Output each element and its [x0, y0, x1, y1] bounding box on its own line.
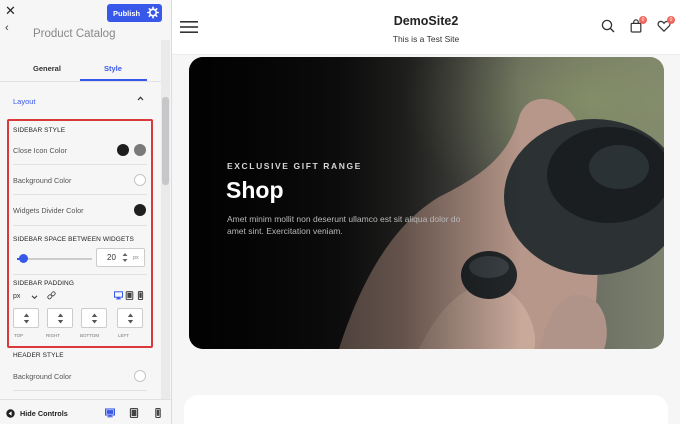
header-background-color-swatch[interactable] — [134, 370, 146, 382]
site-preview: DemoSite2 This is a Test Site 0 0 EXCLUS… — [172, 0, 680, 424]
chevron-down-icon[interactable] — [31, 294, 38, 300]
widgets-divider-color-swatch[interactable] — [134, 204, 146, 216]
sidebar-scrollbar-track[interactable] — [161, 40, 170, 400]
space-value: 20 — [107, 253, 116, 262]
desktop-icon[interactable] — [114, 291, 123, 300]
padding-top-input[interactable] — [13, 308, 39, 328]
padding-left-input[interactable] — [117, 308, 143, 328]
tab-general[interactable]: General — [33, 64, 61, 73]
close-icon[interactable]: ✕ — [5, 3, 19, 19]
sidebar-style-heading: SIDEBAR STYLE — [13, 127, 66, 134]
desktop-preview-icon[interactable] — [105, 408, 115, 418]
gear-icon[interactable] — [147, 6, 159, 19]
header-background-color-label: Background Color — [13, 372, 72, 381]
space-number-input[interactable]: 20 px — [96, 248, 145, 267]
hero-title[interactable]: Shop — [226, 177, 284, 204]
close-icon-color-label: Close Icon Color — [13, 146, 67, 155]
close-icon-color-swatch[interactable] — [117, 144, 129, 156]
site-tagline: This is a Test Site — [392, 34, 460, 44]
hero-description: Amet minim mollit non deserunt ullamco e… — [227, 214, 461, 236]
customizer-topbar: ✕ Publish — [0, 0, 171, 25]
hero-eyebrow: EXCLUSIVE GIFT RANGE — [227, 161, 362, 171]
padding-bottom-label: BOTTOM — [80, 333, 100, 338]
mobile-icon[interactable] — [136, 291, 145, 300]
tabs: General Style — [0, 50, 161, 82]
tabs-divider — [0, 81, 161, 82]
sidebar-padding-heading: SIDEBAR PADDING — [13, 280, 74, 287]
wishlist-count-badge: 0 — [667, 16, 675, 24]
background-color-swatch[interactable] — [134, 174, 146, 186]
padding-right-label: RIGHT — [46, 333, 60, 338]
publish-button[interactable]: Publish — [107, 4, 162, 22]
tablet-icon[interactable] — [125, 291, 134, 300]
padding-bottom-input[interactable] — [81, 308, 107, 328]
panel-title: Product Catalog — [33, 28, 116, 40]
widgets-divider-color-label: Widgets Divider Color — [13, 206, 84, 215]
hide-controls-button[interactable]: Hide Controls — [20, 409, 68, 418]
padding-left-label: LEFT — [118, 333, 130, 338]
hero-banner: EXCLUSIVE GIFT RANGE Shop Amet minim mol… — [189, 57, 664, 349]
publish-label: Publish — [113, 8, 141, 18]
divider — [13, 194, 147, 195]
link-values-icon[interactable] — [47, 291, 56, 300]
padding-unit-select[interactable]: px — [13, 293, 20, 300]
divider — [13, 164, 147, 165]
divider — [13, 390, 147, 391]
divider — [13, 225, 147, 226]
mobile-preview-icon[interactable] — [153, 408, 163, 418]
close-icon-hover-color-swatch[interactable] — [134, 144, 146, 156]
tablet-preview-icon[interactable] — [129, 408, 139, 418]
space-slider-handle[interactable] — [19, 254, 28, 263]
stepper-icon[interactable] — [127, 312, 134, 325]
stepper-icon[interactable] — [57, 312, 64, 325]
chevron-up-icon[interactable] — [136, 94, 145, 103]
customizer-footer: Hide Controls — [0, 399, 171, 424]
stepper-icon[interactable] — [122, 252, 128, 263]
layout-section-toggle[interactable]: Layout — [13, 97, 36, 106]
space-unit: px — [133, 255, 139, 261]
stepper-icon[interactable] — [91, 312, 98, 325]
padding-top-label: TOP — [14, 333, 24, 338]
content-card — [184, 395, 668, 424]
header-style-heading: HEADER STYLE — [13, 352, 64, 359]
tab-style[interactable]: Style — [104, 64, 122, 73]
search-icon[interactable] — [601, 19, 615, 33]
cart-count-badge: 0 — [639, 16, 647, 24]
divider — [13, 274, 147, 275]
back-chevron-icon[interactable]: ‹ — [5, 22, 17, 34]
hide-controls-icon[interactable] — [6, 409, 15, 418]
sidebar-scrollbar-thumb[interactable] — [162, 97, 169, 185]
padding-right-input[interactable] — [47, 308, 73, 328]
site-header: DemoSite2 This is a Test Site 0 0 — [172, 0, 680, 55]
stepper-icon[interactable] — [23, 312, 30, 325]
customizer-sidebar: ✕ Publish ‹ Product Catalog General Styl… — [0, 0, 172, 424]
space-between-widgets-heading: SIDEBAR SPACE BETWEEN WIDGETS — [13, 236, 134, 243]
background-color-label: Background Color — [13, 176, 72, 185]
space-slider-track[interactable] — [17, 258, 92, 260]
